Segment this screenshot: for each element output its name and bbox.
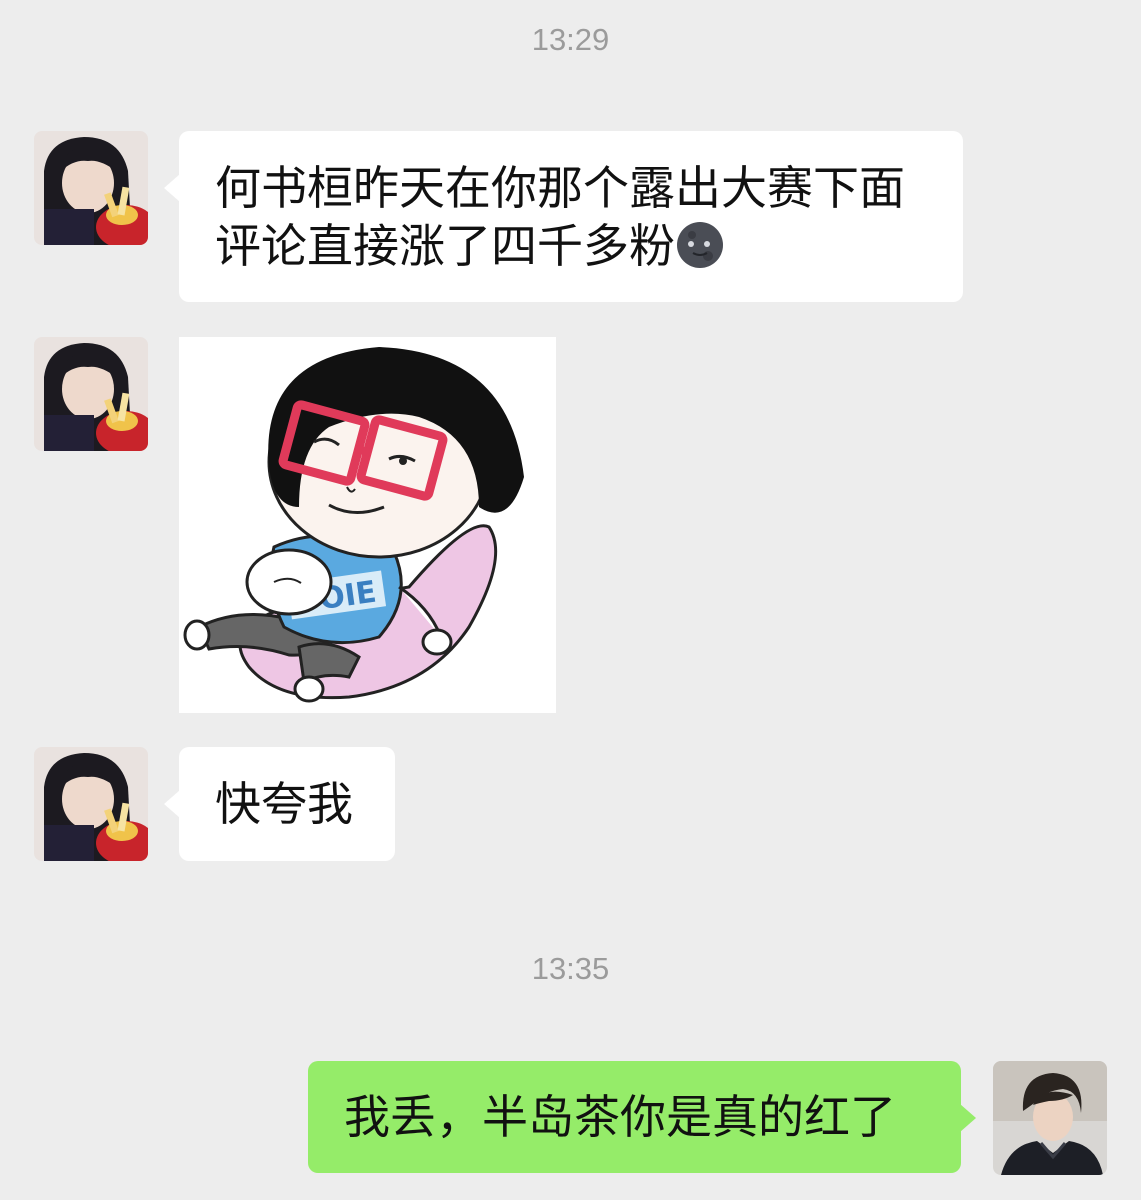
timestamp: 13:35 <box>531 951 610 986</box>
contact-avatar-image <box>34 131 148 245</box>
message-bubble-incoming[interactable]: 快夸我 <box>164 747 395 861</box>
message-line-with-emoji: 评论直接涨了四千多粉 <box>215 217 963 275</box>
message-line: 何书桓昨天在你那个露出大赛下面 <box>215 161 905 215</box>
contact-avatar[interactable] <box>34 337 148 451</box>
message-bubble-outgoing[interactable]: 我丢，半岛茶你是真的红了 <box>308 1061 976 1173</box>
cartoon-girl-red-glasses-sticker[interactable]: OIE <box>179 337 556 713</box>
message-text: 我丢，半岛茶你是真的红了 <box>344 1090 896 1144</box>
new-moon-face-icon <box>675 220 725 270</box>
contact-avatar[interactable] <box>34 131 148 245</box>
contact-avatar[interactable] <box>34 747 148 861</box>
contact-avatar-image <box>34 337 148 451</box>
message-bubble-incoming[interactable]: 何书桓昨天在你那个露出大赛下面 评论直接涨了四千多粉 <box>164 131 963 302</box>
contact-avatar-image <box>34 747 148 861</box>
message-text: 快夸我 <box>215 777 353 831</box>
timestamp: 13:29 <box>531 22 610 57</box>
message-line: 评论直接涨了四千多粉 <box>215 219 675 273</box>
my-avatar[interactable] <box>993 1061 1107 1175</box>
my-avatar-image <box>993 1061 1107 1175</box>
